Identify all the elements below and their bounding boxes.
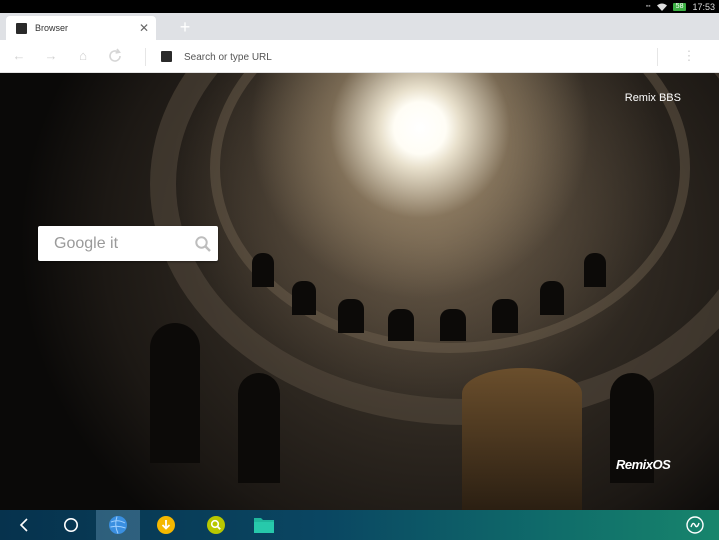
- url-favicon-icon: [161, 51, 172, 62]
- google-search-box: [38, 226, 218, 261]
- browser-icon: [109, 516, 127, 534]
- menu-divider: [657, 48, 658, 66]
- forward-button[interactable]: →: [42, 47, 60, 65]
- favicon-icon: [16, 22, 27, 34]
- arch: [252, 253, 274, 287]
- arch: [238, 373, 280, 483]
- menu-icon[interactable]: ⋮: [680, 47, 698, 65]
- remix-bbs-link[interactable]: Remix BBS: [625, 92, 681, 104]
- remixos-logo: RemixOS: [616, 457, 671, 472]
- reload-icon[interactable]: [106, 47, 124, 65]
- home-nav-button[interactable]: [56, 510, 86, 540]
- signal-icon: ▪▪: [645, 3, 651, 10]
- toolbar-divider: [145, 48, 146, 66]
- arch: [584, 253, 606, 287]
- taskbar-downloader[interactable]: [146, 510, 186, 540]
- tab-title: Browser: [35, 23, 69, 33]
- url-bar[interactable]: [182, 48, 646, 67]
- wifi-icon: [656, 3, 667, 11]
- arch: [338, 299, 364, 333]
- tab-browser[interactable]: Browser ✕: [6, 16, 156, 40]
- battery-icon: 58: [672, 2, 687, 11]
- search-icon[interactable]: [188, 226, 218, 261]
- search-app-icon: [207, 516, 225, 534]
- start-menu-button[interactable]: [682, 510, 708, 540]
- arch: [440, 309, 466, 341]
- arch: [492, 299, 518, 333]
- file-manager-icon: [254, 518, 274, 533]
- back-nav-button[interactable]: [10, 510, 38, 540]
- aedicule: [462, 368, 582, 510]
- downloader-icon: [157, 516, 175, 534]
- back-icon: [19, 518, 28, 532]
- home-icon: [64, 518, 78, 532]
- google-search-input[interactable]: [52, 233, 188, 254]
- dome-inner-ring: [210, 73, 690, 353]
- taskbar-file-manager[interactable]: [244, 510, 284, 540]
- taskbar-search-app[interactable]: [196, 510, 236, 540]
- close-tab-icon[interactable]: ✕: [136, 20, 152, 36]
- clock: 17:53: [692, 1, 715, 12]
- arch: [150, 323, 200, 463]
- tab-bar: Browser ✕ +: [0, 13, 719, 40]
- status-icons: ▪▪ 58 17:53: [646, 0, 715, 13]
- back-button[interactable]: ←: [10, 47, 28, 65]
- arch: [292, 281, 316, 315]
- taskbar: [0, 510, 719, 540]
- remix-start-icon: [686, 516, 704, 534]
- browser-toolbar: ← → ⌂ ⋮: [0, 40, 719, 73]
- dome-outer-ring: [150, 73, 719, 425]
- arch: [540, 281, 564, 315]
- taskbar-browser[interactable]: [96, 510, 140, 540]
- new-tab-button[interactable]: +: [174, 16, 196, 38]
- system-status-bar: ▪▪ 58 17:53: [0, 0, 719, 13]
- home-button[interactable]: ⌂: [74, 47, 92, 65]
- arch: [388, 309, 414, 341]
- homepage: Remix BBS RemixOS: [0, 73, 719, 510]
